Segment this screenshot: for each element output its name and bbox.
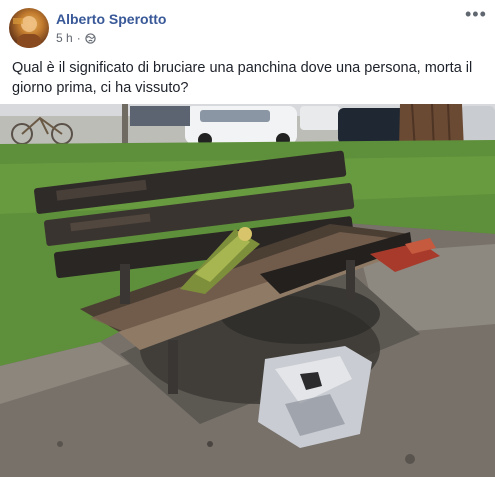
more-options-icon[interactable]: ••• [465, 5, 486, 23]
post-meta: 5 h · [56, 31, 96, 45]
post-photo[interactable] [0, 104, 495, 477]
meta-separator: · [76, 31, 81, 45]
post-header: Alberto Sperotto 5 h · ••• [0, 0, 495, 56]
post-text: Qual è il significato di bruciare una pa… [12, 60, 473, 96]
globe-icon[interactable] [85, 32, 96, 44]
post-time[interactable]: 5 h [56, 31, 73, 45]
avatar[interactable] [9, 8, 49, 48]
author-name[interactable]: Alberto Sperotto [56, 11, 166, 27]
facebook-post: Alberto Sperotto 5 h · ••• Qual è il sig… [0, 0, 495, 477]
